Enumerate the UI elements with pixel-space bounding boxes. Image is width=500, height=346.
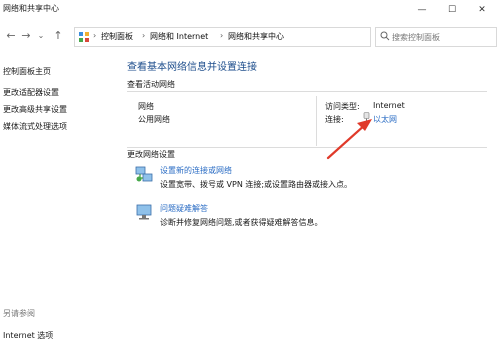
breadcrumb-separator: › bbox=[142, 31, 146, 40]
network-name: 网络 bbox=[138, 102, 154, 111]
page-title: 查看基本网络信息并设置连接 bbox=[127, 62, 257, 73]
connections-label: 连接: bbox=[325, 115, 344, 124]
navigation-bar: ← → ⌄ ↑ › 控制面板 › 网络和 Internet › 网络和共享中心 … bbox=[0, 24, 500, 48]
breadcrumb-network-sharing-center[interactable]: 网络和共享中心 bbox=[228, 31, 284, 42]
main-content: 查看基本网络信息并设置连接 查看活动网络 网络 公用网络 访问类型: Inter… bbox=[120, 48, 500, 346]
access-type-value: Internet bbox=[373, 101, 405, 110]
search-icon bbox=[380, 31, 390, 41]
setup-new-connection-link[interactable]: 设置新的连接或网络 bbox=[160, 165, 232, 176]
setup-new-connection-description: 设置宽带、拨号或 VPN 连接;或设置路由器或接入点。 bbox=[160, 180, 353, 189]
divider bbox=[127, 91, 487, 92]
sidebar-item-adapter-settings[interactable]: 更改适配器设置 bbox=[3, 87, 59, 98]
ethernet-connection-link[interactable]: 以太网 bbox=[373, 114, 397, 125]
back-arrow-icon[interactable]: ← bbox=[4, 29, 18, 43]
title-bar: 网络和共享中心 — ☐ ✕ bbox=[0, 0, 500, 20]
sidebar-item-control-panel-home[interactable]: 控制面板主页 bbox=[3, 66, 51, 77]
network-type: 公用网络 bbox=[138, 115, 170, 124]
divider bbox=[316, 96, 317, 146]
search-input[interactable]: 搜索控制面板 bbox=[375, 27, 497, 47]
close-button[interactable]: ✕ bbox=[467, 0, 497, 20]
see-also-heading: 另请参阅 bbox=[3, 309, 35, 318]
minimize-button[interactable]: — bbox=[407, 0, 437, 20]
up-arrow-icon[interactable]: ↑ bbox=[51, 29, 65, 43]
troubleshoot-link[interactable]: 问题疑难解答 bbox=[160, 203, 208, 214]
breadcrumb-separator: › bbox=[93, 31, 97, 40]
troubleshoot-icon bbox=[136, 204, 152, 220]
new-connection-icon bbox=[135, 166, 153, 182]
control-panel-icon bbox=[79, 32, 89, 42]
sidebar-item-advanced-sharing[interactable]: 更改高级共享设置 bbox=[3, 104, 67, 115]
search-placeholder: 搜索控制面板 bbox=[392, 33, 440, 42]
active-networks-heading: 查看活动网络 bbox=[127, 80, 175, 89]
recent-locations-icon[interactable]: ⌄ bbox=[34, 29, 48, 43]
sidebar-item-media-streaming[interactable]: 媒体流式处理选项 bbox=[3, 121, 67, 132]
breadcrumb-control-panel[interactable]: 控制面板 bbox=[101, 31, 133, 42]
internet-options-link[interactable]: Internet 选项 bbox=[3, 330, 53, 341]
window-title: 网络和共享中心 bbox=[3, 4, 59, 13]
breadcrumb-separator: › bbox=[220, 31, 224, 40]
forward-arrow-icon[interactable]: → bbox=[19, 29, 33, 43]
sidebar: 控制面板主页 更改适配器设置 更改高级共享设置 媒体流式处理选项 bbox=[0, 48, 108, 346]
access-type-label: 访问类型: bbox=[325, 102, 360, 111]
divider bbox=[127, 147, 487, 148]
troubleshoot-description: 诊断并修复网络问题,或者获得疑难解答信息。 bbox=[160, 218, 323, 227]
change-settings-heading: 更改网络设置 bbox=[127, 150, 175, 159]
ethernet-icon bbox=[363, 112, 370, 124]
breadcrumb-network-internet[interactable]: 网络和 Internet bbox=[150, 31, 208, 42]
maximize-button[interactable]: ☐ bbox=[437, 0, 467, 20]
address-bar[interactable]: › 控制面板 › 网络和 Internet › 网络和共享中心 ⌄ ↻ bbox=[74, 27, 438, 47]
